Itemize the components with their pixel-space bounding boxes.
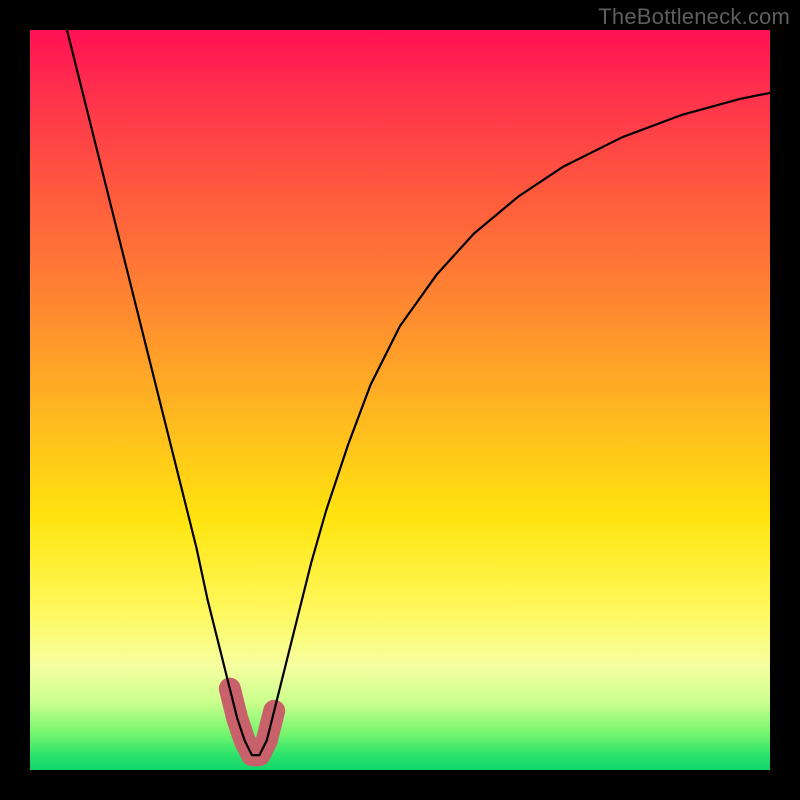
curve-svg [30, 30, 770, 770]
bottleneck-curve [67, 30, 770, 755]
chart-frame: TheBottleneck.com [0, 0, 800, 800]
plot-area [30, 30, 770, 770]
highlight-segment [230, 689, 274, 756]
watermark-label: TheBottleneck.com [598, 4, 790, 30]
